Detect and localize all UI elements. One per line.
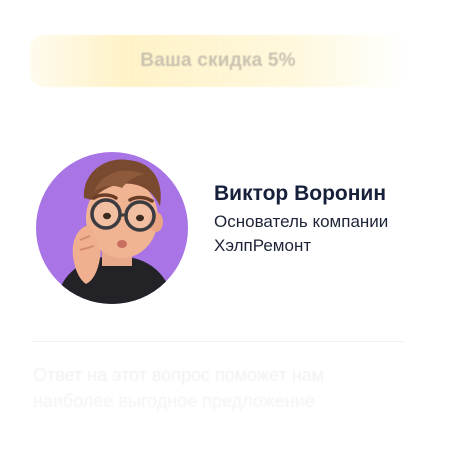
discount-banner: Ваша скидка 5% [30,35,406,87]
question-hint-line1: Ответ на этот вопрос поможет нам [33,365,325,385]
memoji-person-icon [56,159,174,304]
divider [32,341,404,342]
author-company: ХэлпРемонт [214,236,312,255]
author-role-line1: Основатель компании [214,212,389,231]
question-hint-line2: наиболее выгодное предложение [33,391,315,411]
avatar [36,152,188,304]
author-role: Основатель компании ХэлпРемонт [214,210,434,258]
author-name: Виктор Воронин [214,182,387,205]
question-hint: Ответ на этот вопрос поможет нам наиболе… [33,362,393,414]
discount-label: Ваша скидка 5% [140,50,296,71]
